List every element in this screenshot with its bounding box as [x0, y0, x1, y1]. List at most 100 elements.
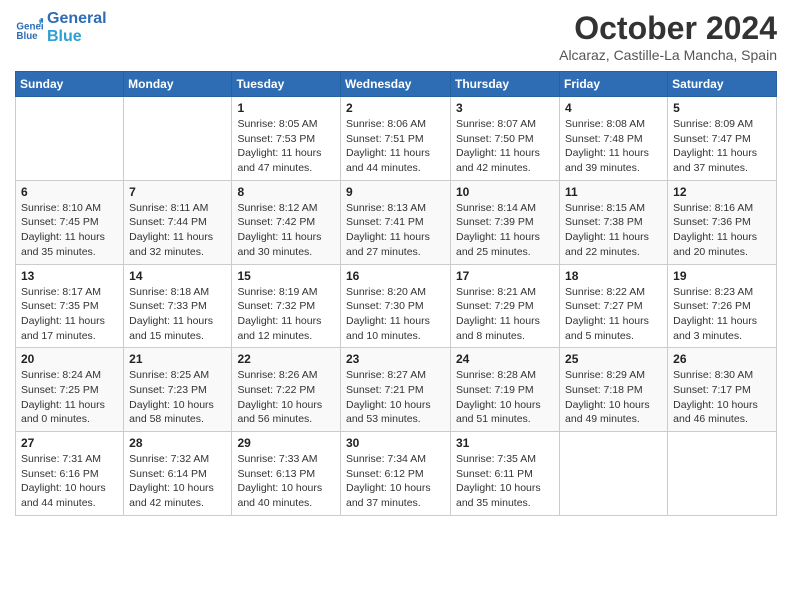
calendar-cell: 7 Sunrise: 8:11 AM Sunset: 7:44 PM Daylig… — [124, 180, 232, 264]
day-number: 5 — [673, 101, 771, 115]
col-header-saturday: Saturday — [668, 72, 777, 97]
col-header-tuesday: Tuesday — [232, 72, 341, 97]
day-info: Sunrise: 8:05 AM Sunset: 7:53 PM Dayligh… — [237, 117, 335, 176]
day-info: Sunrise: 8:17 AM Sunset: 7:35 PM Dayligh… — [21, 285, 118, 344]
day-number: 21 — [129, 352, 226, 366]
day-number: 11 — [565, 185, 662, 199]
header: General Blue General Blue October 2024 A… — [15, 10, 777, 63]
day-number: 3 — [456, 101, 554, 115]
calendar-cell: 2Sunrise: 8:06 AM Sunset: 7:51 PM Daylig… — [341, 97, 451, 181]
calendar-cell: 27 Sunrise: 7:31 AM Sunset: 6:16 PM Dayli… — [16, 432, 124, 516]
calendar-week-row: 27 Sunrise: 7:31 AM Sunset: 6:16 PM Dayli… — [16, 432, 777, 516]
calendar-cell: 31Sunrise: 7:35 AM Sunset: 6:11 PM Dayli… — [451, 432, 560, 516]
day-info: Sunrise: 8:24 AM Sunset: 7:25 PM Dayligh… — [21, 368, 118, 427]
col-header-wednesday: Wednesday — [341, 72, 451, 97]
calendar-cell: 5 Sunrise: 8:09 AM Sunset: 7:47 PM Daylig… — [668, 97, 777, 181]
calendar-cell: 26Sunrise: 8:30 AM Sunset: 7:17 PM Dayli… — [668, 348, 777, 432]
day-info: Sunrise: 8:15 AM Sunset: 7:38 PM Dayligh… — [565, 201, 662, 260]
day-info: Sunrise: 8:23 AM Sunset: 7:26 PM Dayligh… — [673, 285, 771, 344]
day-number: 25 — [565, 352, 662, 366]
day-number: 1 — [237, 101, 335, 115]
day-number: 15 — [237, 269, 335, 283]
day-info: Sunrise: 8:20 AM Sunset: 7:30 PM Dayligh… — [346, 285, 445, 344]
main-title: October 2024 — [559, 10, 777, 47]
day-number: 9 — [346, 185, 445, 199]
day-info: Sunrise: 8:16 AM Sunset: 7:36 PM Dayligh… — [673, 201, 771, 260]
day-number: 7 — [129, 185, 226, 199]
calendar-cell — [16, 97, 124, 181]
col-header-sunday: Sunday — [16, 72, 124, 97]
calendar-cell: 17 Sunrise: 8:21 AM Sunset: 7:29 PM Dayli… — [451, 264, 560, 348]
day-info: Sunrise: 8:06 AM Sunset: 7:51 PM Dayligh… — [346, 117, 445, 176]
day-number: 29 — [237, 436, 335, 450]
calendar-cell: 15 Sunrise: 8:19 AM Sunset: 7:32 PM Dayli… — [232, 264, 341, 348]
calendar-cell: 8 Sunrise: 8:12 AM Sunset: 7:42 PM Daylig… — [232, 180, 341, 264]
col-header-monday: Monday — [124, 72, 232, 97]
day-number: 13 — [21, 269, 118, 283]
day-info: Sunrise: 8:08 AM Sunset: 7:48 PM Dayligh… — [565, 117, 662, 176]
day-number: 22 — [237, 352, 335, 366]
calendar-cell: 21Sunrise: 8:25 AM Sunset: 7:23 PM Dayli… — [124, 348, 232, 432]
calendar-cell: 16 Sunrise: 8:20 AM Sunset: 7:30 PM Dayli… — [341, 264, 451, 348]
calendar-cell: 25 Sunrise: 8:29 AM Sunset: 7:18 PM Dayli… — [560, 348, 668, 432]
calendar-cell: 3Sunrise: 8:07 AM Sunset: 7:50 PM Daylig… — [451, 97, 560, 181]
logo-text: General Blue — [47, 10, 107, 45]
day-info: Sunrise: 7:31 AM Sunset: 6:16 PM Dayligh… — [21, 452, 118, 511]
calendar-cell: 14 Sunrise: 8:18 AM Sunset: 7:33 PM Dayli… — [124, 264, 232, 348]
day-info: Sunrise: 8:29 AM Sunset: 7:18 PM Dayligh… — [565, 368, 662, 427]
day-number: 19 — [673, 269, 771, 283]
calendar-table: SundayMondayTuesdayWednesdayThursdayFrid… — [15, 71, 777, 516]
day-info: Sunrise: 8:09 AM Sunset: 7:47 PM Dayligh… — [673, 117, 771, 176]
calendar-cell: 30 Sunrise: 7:34 AM Sunset: 6:12 PM Dayli… — [341, 432, 451, 516]
calendar-week-row: 20 Sunrise: 8:24 AM Sunset: 7:25 PM Dayli… — [16, 348, 777, 432]
logo: General Blue General Blue — [15, 10, 107, 45]
day-info: Sunrise: 8:14 AM Sunset: 7:39 PM Dayligh… — [456, 201, 554, 260]
day-info: Sunrise: 7:34 AM Sunset: 6:12 PM Dayligh… — [346, 452, 445, 511]
day-number: 14 — [129, 269, 226, 283]
calendar-cell: 4 Sunrise: 8:08 AM Sunset: 7:48 PM Daylig… — [560, 97, 668, 181]
calendar-cell: 11 Sunrise: 8:15 AM Sunset: 7:38 PM Dayli… — [560, 180, 668, 264]
day-number: 28 — [129, 436, 226, 450]
day-number: 20 — [21, 352, 118, 366]
col-header-friday: Friday — [560, 72, 668, 97]
calendar-cell: 19 Sunrise: 8:23 AM Sunset: 7:26 PM Dayli… — [668, 264, 777, 348]
day-info: Sunrise: 8:28 AM Sunset: 7:19 PM Dayligh… — [456, 368, 554, 427]
subtitle: Alcaraz, Castille-La Mancha, Spain — [559, 47, 777, 63]
day-info: Sunrise: 8:26 AM Sunset: 7:22 PM Dayligh… — [237, 368, 335, 427]
calendar-cell: 20 Sunrise: 8:24 AM Sunset: 7:25 PM Dayli… — [16, 348, 124, 432]
day-number: 16 — [346, 269, 445, 283]
calendar-cell — [560, 432, 668, 516]
calendar-header-row: SundayMondayTuesdayWednesdayThursdayFrid… — [16, 72, 777, 97]
logo-line2: Blue — [47, 28, 107, 46]
calendar-cell: 9Sunrise: 8:13 AM Sunset: 7:41 PM Daylig… — [341, 180, 451, 264]
logo-line1: General — [47, 10, 107, 28]
day-number: 27 — [21, 436, 118, 450]
day-number: 18 — [565, 269, 662, 283]
day-number: 23 — [346, 352, 445, 366]
calendar-cell: 22 Sunrise: 8:26 AM Sunset: 7:22 PM Dayli… — [232, 348, 341, 432]
calendar-week-row: 13 Sunrise: 8:17 AM Sunset: 7:35 PM Dayli… — [16, 264, 777, 348]
day-info: Sunrise: 8:27 AM Sunset: 7:21 PM Dayligh… — [346, 368, 445, 427]
day-number: 4 — [565, 101, 662, 115]
day-info: Sunrise: 8:12 AM Sunset: 7:42 PM Dayligh… — [237, 201, 335, 260]
day-info: Sunrise: 7:32 AM Sunset: 6:14 PM Dayligh… — [129, 452, 226, 511]
day-info: Sunrise: 8:18 AM Sunset: 7:33 PM Dayligh… — [129, 285, 226, 344]
calendar-cell: 18Sunrise: 8:22 AM Sunset: 7:27 PM Dayli… — [560, 264, 668, 348]
day-number: 30 — [346, 436, 445, 450]
day-info: Sunrise: 8:30 AM Sunset: 7:17 PM Dayligh… — [673, 368, 771, 427]
day-info: Sunrise: 8:11 AM Sunset: 7:44 PM Dayligh… — [129, 201, 226, 260]
day-info: Sunrise: 8:10 AM Sunset: 7:45 PM Dayligh… — [21, 201, 118, 260]
day-number: 10 — [456, 185, 554, 199]
day-info: Sunrise: 8:19 AM Sunset: 7:32 PM Dayligh… — [237, 285, 335, 344]
calendar-cell: 12Sunrise: 8:16 AM Sunset: 7:36 PM Dayli… — [668, 180, 777, 264]
calendar-cell: 1 Sunrise: 8:05 AM Sunset: 7:53 PM Daylig… — [232, 97, 341, 181]
calendar-cell: 29Sunrise: 7:33 AM Sunset: 6:13 PM Dayli… — [232, 432, 341, 516]
calendar-week-row: 1 Sunrise: 8:05 AM Sunset: 7:53 PM Daylig… — [16, 97, 777, 181]
calendar-cell — [668, 432, 777, 516]
calendar-cell: 10 Sunrise: 8:14 AM Sunset: 7:39 PM Dayli… — [451, 180, 560, 264]
day-number: 31 — [456, 436, 554, 450]
day-info: Sunrise: 8:21 AM Sunset: 7:29 PM Dayligh… — [456, 285, 554, 344]
day-number: 17 — [456, 269, 554, 283]
day-number: 6 — [21, 185, 118, 199]
day-number: 8 — [237, 185, 335, 199]
